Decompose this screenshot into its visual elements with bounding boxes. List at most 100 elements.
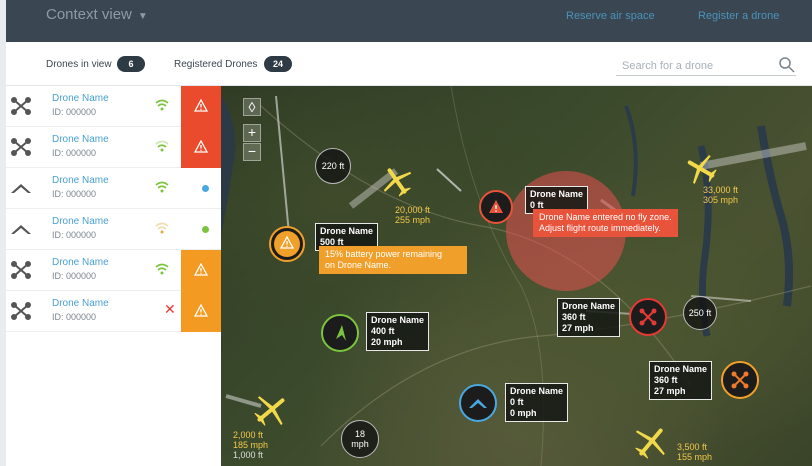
drone-label-speed: 20 mph: [371, 337, 403, 347]
reserve-air-space-link[interactable]: Reserve air space: [566, 10, 655, 22]
zoom-in-button[interactable]: +: [243, 124, 261, 142]
drone-marker[interactable]: [721, 361, 759, 399]
search-icon[interactable]: [778, 56, 796, 74]
drone-name: Drone Name: [52, 175, 109, 186]
aircraft-speed: 305 mph: [703, 195, 739, 205]
drone-name: Drone Name: [52, 257, 109, 268]
context-view-label: Context view: [46, 6, 132, 23]
summary-bar: Drones in view 6 Registered Drones 24: [6, 42, 812, 86]
drone-label-name: Drone Name: [371, 315, 425, 325]
map-view[interactable]: ◊ + − 220 ft 250 ft 18 mph 20,000 ft 255…: [221, 86, 812, 466]
layers-button[interactable]: ◊: [243, 98, 261, 116]
drone-id: ID: 000000: [52, 312, 97, 322]
fixed-wing-icon: [469, 399, 487, 408]
drone-marker-alert[interactable]: [479, 190, 513, 224]
aircraft-altitude: 20,000 ft: [395, 205, 431, 215]
warning-icon: [489, 200, 503, 213]
fixed-wing-icon: [336, 325, 346, 341]
drone-search: [616, 56, 796, 76]
drone-id: ID: 000000: [52, 189, 97, 199]
zoom-out-button[interactable]: −: [243, 143, 261, 161]
wifi-signal-icon: [155, 140, 169, 152]
drone-info-label: Drone Name 0 ft 0 mph: [505, 383, 569, 422]
registered-drones-label: Registered Drones: [174, 59, 258, 70]
top-bar: Context view ▼ Reserve air space Register…: [6, 0, 812, 42]
aircraft-altitude: 3,500 ft: [677, 442, 708, 452]
drone-label-altitude: 360 ft: [562, 312, 586, 322]
drone-label-altitude: 0 ft: [510, 397, 524, 407]
drone-name: Drone Name: [52, 134, 109, 145]
status-dot: [202, 185, 209, 192]
drone-list-item[interactable]: Drone Name ID: 000000: [6, 86, 221, 127]
no-fly-zone-alert: Drone Name entered no fly zone. Adjust f…: [533, 209, 678, 237]
drone-list: Drone Name ID: 000000 Drone Name ID: 000…: [6, 86, 221, 466]
drone-label-name: Drone Name: [562, 301, 616, 311]
quadcopter-icon: [11, 261, 31, 279]
drone-label-speed: 27 mph: [562, 323, 594, 333]
warning-icon: [194, 99, 208, 112]
quadcopter-icon: [639, 308, 657, 326]
layers-icon: ◊: [248, 99, 256, 115]
airplane-icon[interactable]: [631, 422, 671, 462]
drone-id: ID: 000000: [52, 148, 97, 158]
aircraft-altitude: 33,000 ft: [703, 185, 739, 195]
registered-drones-count: 24: [264, 56, 292, 72]
airplane-icon[interactable]: [379, 164, 415, 198]
aircraft-speed: 155 mph: [677, 452, 713, 462]
airplane-icon[interactable]: [683, 152, 719, 186]
wifi-signal-icon: [155, 263, 169, 275]
quadcopter-icon: [731, 371, 749, 389]
drone-label-altitude: 400 ft: [371, 326, 395, 336]
aircraft-altitude: 2,000 ft: [233, 430, 264, 440]
drones-in-view-count: 6: [117, 56, 145, 72]
aircraft-speed: 255 mph: [395, 215, 431, 225]
drone-info-label: Drone Name 360 ft 27 mph: [649, 361, 713, 400]
drone-info-label: Drone Name 360 ft 27 mph: [557, 298, 621, 337]
airplane-icon[interactable]: [251, 390, 291, 430]
wifi-signal-icon: [155, 181, 169, 193]
drone-list-item[interactable]: Drone Name ID: 000000: [6, 168, 221, 209]
aircraft-speed: 185 mph: [233, 440, 269, 450]
speed-value: 18: [354, 429, 365, 439]
drone-list-item[interactable]: Drone Name ID: 000000: [6, 209, 221, 250]
drone-marker[interactable]: [321, 314, 359, 352]
speed-unit: mph: [351, 439, 369, 449]
fixed-wing-icon: [11, 184, 31, 193]
alert-status[interactable]: [181, 250, 221, 291]
drone-label-name: Drone Name: [530, 189, 584, 199]
drone-label-name: Drone Name: [510, 386, 564, 396]
drones-in-view-label: Drones in view: [46, 59, 112, 70]
aircraft-extra: 1,000 ft: [233, 450, 264, 460]
drone-list-item[interactable]: Drone Name ID: 000000: [6, 127, 221, 168]
drone-list-item[interactable]: Drone Name ID: 000000: [6, 250, 221, 291]
register-drone-link[interactable]: Register a drone: [698, 10, 779, 22]
warning-icon: [194, 140, 208, 153]
alert-text: Adjust flight route immediately.: [539, 223, 661, 233]
speed-marker[interactable]: 18 mph: [341, 420, 379, 458]
alert-status[interactable]: [181, 86, 221, 127]
warning-icon: [194, 304, 208, 317]
altitude-marker[interactable]: 250 ft: [683, 296, 717, 330]
quadcopter-icon: [11, 97, 31, 115]
alert-status[interactable]: [181, 291, 221, 332]
drone-marker-battery[interactable]: [269, 226, 305, 262]
alert-status[interactable]: [181, 127, 221, 168]
chevron-down-icon: ▼: [137, 11, 148, 22]
status-dot: [202, 226, 209, 233]
drone-list-item[interactable]: Drone Name ID: 000000 ✕: [6, 291, 221, 332]
fixed-wing-icon: [11, 225, 31, 234]
search-input[interactable]: [616, 60, 766, 72]
battery-alert: 15% battery power remaining on Drone Nam…: [319, 246, 467, 274]
drone-marker[interactable]: [459, 384, 497, 422]
alert-text: Drone Name entered no fly zone.: [539, 212, 672, 222]
alert-text: on Drone Name.: [325, 260, 392, 270]
wifi-signal-icon: [155, 222, 169, 234]
drone-name: Drone Name: [52, 298, 109, 309]
altitude-marker[interactable]: 220 ft: [315, 148, 351, 184]
drone-marker[interactable]: [629, 298, 667, 336]
drone-label-speed: 0 mph: [510, 408, 537, 418]
context-view-dropdown[interactable]: Context view ▼: [46, 6, 148, 23]
aircraft-label: 2,000 ft 185 mph 1,000 ft: [233, 430, 268, 460]
aircraft-label: 33,000 ft 305 mph: [703, 185, 738, 205]
quadcopter-icon: [11, 138, 31, 156]
